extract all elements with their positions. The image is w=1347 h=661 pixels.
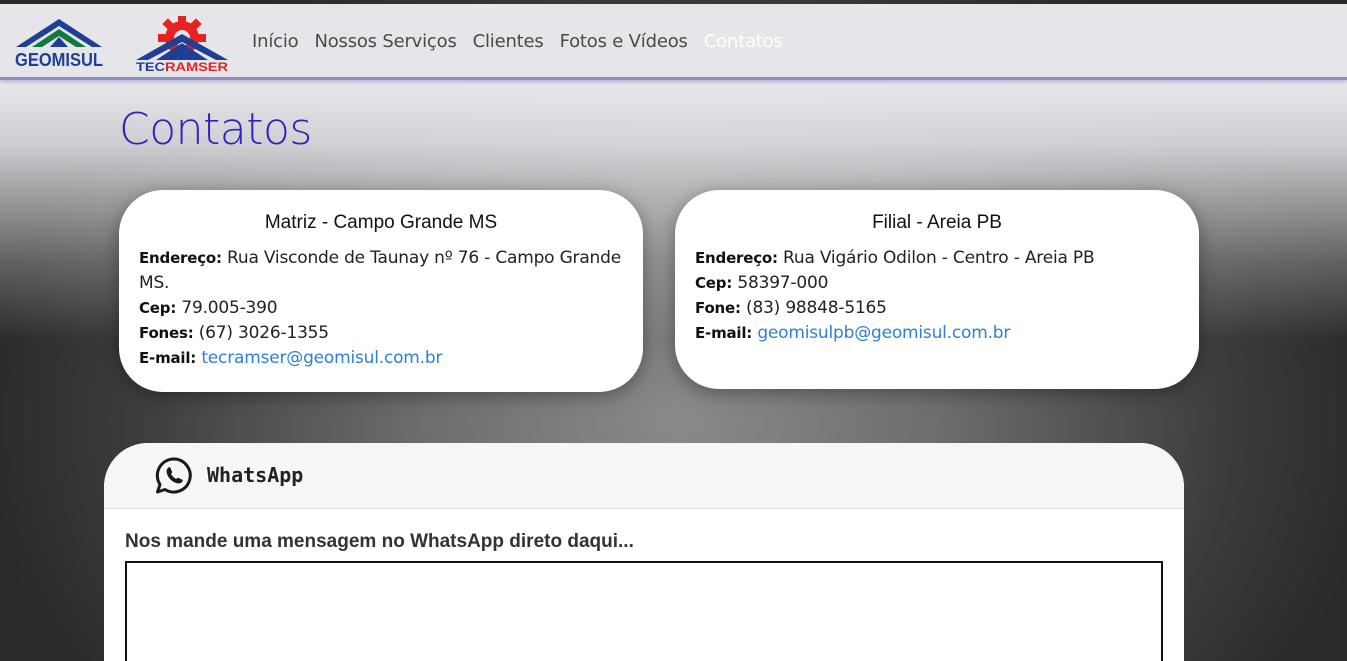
geomisul-logo-text: GEOMISUL	[15, 50, 103, 69]
nav-link-clientes[interactable]: Clientes	[473, 31, 544, 52]
navbar: GEOMISUL TEC RAMSER Início Nossos Serviço…	[0, 4, 1347, 80]
contact-card-matriz: Matriz - Campo Grande MS Endereço: Rua V…	[119, 190, 643, 392]
address-line: Endereço: Rua Vigário Odilon - Centro - …	[695, 246, 1179, 271]
tecramser-logo[interactable]: TEC RAMSER	[134, 16, 230, 72]
address-value: Rua Vigário Odilon - Centro - Areia PB	[783, 248, 1095, 268]
address-label: Endereço:	[139, 249, 222, 267]
nav-link-nossos-servicos[interactable]: Nossos Serviços	[314, 31, 456, 52]
geomisul-logo[interactable]: GEOMISUL	[14, 17, 104, 69]
cep-label: Cep:	[139, 299, 177, 317]
phone-line: Fones: (67) 3026-1355	[139, 321, 623, 346]
phone-label: Fones:	[139, 324, 194, 342]
phone-line: Fone: (83) 98848-5165	[695, 296, 1179, 321]
whatsapp-message-input[interactable]	[125, 561, 1163, 661]
email-line: E-mail: tecramser@geomisul.com.br	[139, 346, 623, 371]
address-label: Endereço:	[695, 249, 778, 267]
contact-card-filial: Filial - Areia PB Endereço: Rua Vigário …	[675, 190, 1199, 389]
whatsapp-icon	[155, 457, 192, 494]
nav-link-contatos[interactable]: Contatos	[704, 31, 783, 52]
cep-line: Cep: 58397-000	[695, 271, 1179, 296]
cep-value: 58397-000	[737, 273, 829, 293]
email-link[interactable]: tecramser@geomisul.com.br	[201, 348, 442, 368]
nav-link-inicio[interactable]: Início	[252, 31, 299, 52]
whatsapp-header: WhatsApp	[104, 443, 1184, 509]
email-label: E-mail:	[139, 349, 197, 367]
whatsapp-prompt: Nos mande uma mensagem no WhatsApp diret…	[125, 531, 634, 552]
phone-label: Fone:	[695, 299, 741, 317]
email-line: E-mail: geomisulpb@geomisul.com.br	[695, 321, 1179, 346]
email-label: E-mail:	[695, 324, 753, 342]
card-title: Matriz - Campo Grande MS	[264, 212, 498, 233]
nav-link-fotos-videos[interactable]: Fotos e Vídeos	[560, 31, 688, 52]
cep-label: Cep:	[695, 274, 733, 292]
card-title: Filial - Areia PB	[872, 212, 1002, 233]
cep-value: 79.005-390	[181, 298, 278, 318]
phone-value: (67) 3026-1355	[198, 323, 329, 343]
address-line: Endereço: Rua Visconde de Taunay nº 76 -…	[139, 246, 623, 296]
nav-links: Início Nossos Serviços Clientes Fotos e …	[252, 31, 783, 52]
page-title: Contatos	[119, 104, 312, 155]
whatsapp-title: WhatsApp	[207, 463, 304, 487]
whatsapp-panel: WhatsApp Nos mande uma mensagem no Whats…	[104, 443, 1184, 661]
svg-text:TECRAMSER: TEC RAMSER	[136, 60, 228, 72]
phone-value: (83) 98848-5165	[746, 298, 887, 318]
cep-line: Cep: 79.005-390	[139, 296, 623, 321]
email-link[interactable]: geomisulpb@geomisul.com.br	[757, 323, 1010, 343]
